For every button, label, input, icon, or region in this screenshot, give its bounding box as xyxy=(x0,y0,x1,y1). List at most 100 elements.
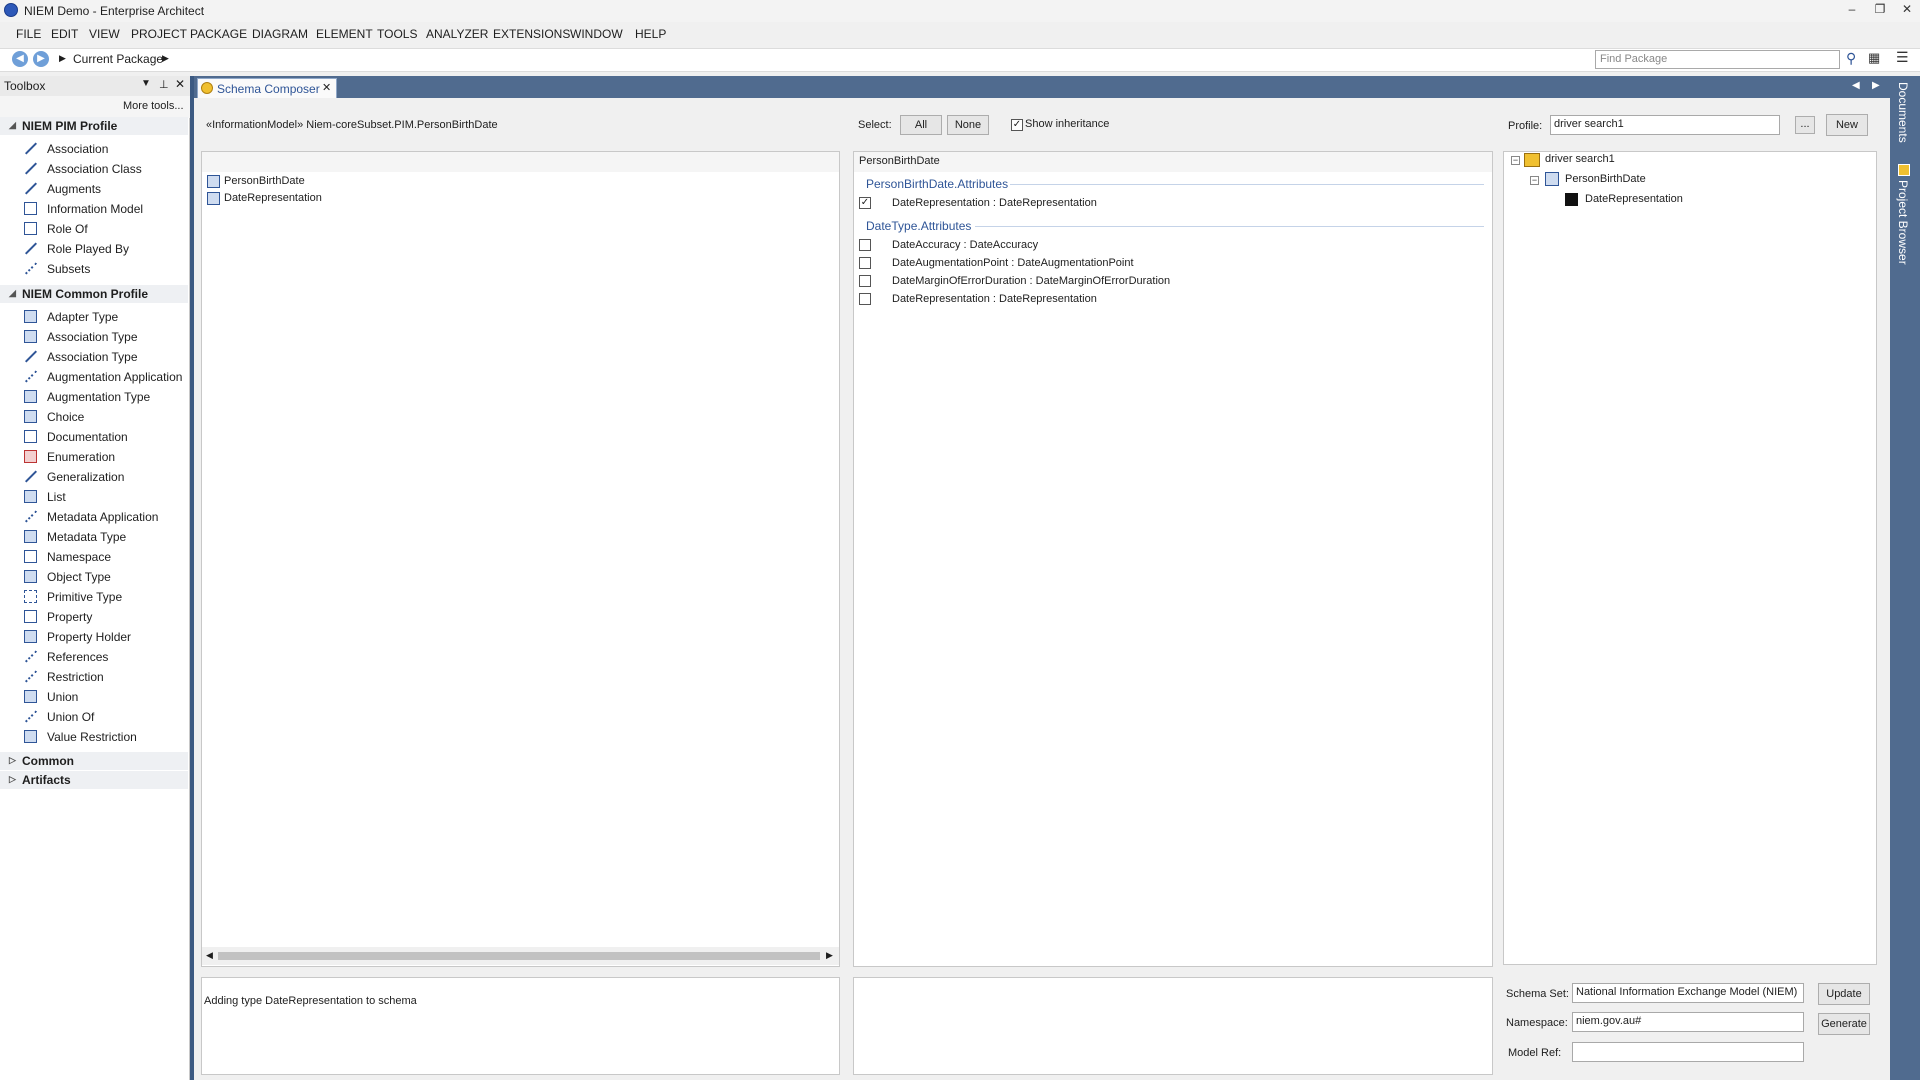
package-icon xyxy=(24,550,37,563)
association-icon xyxy=(24,142,37,155)
collapse-icon[interactable]: − xyxy=(1530,176,1539,185)
breadcrumb-dropdown-icon[interactable]: ▶ xyxy=(162,53,169,64)
attribute-label: DateAccuracy : DateAccuracy xyxy=(892,239,1039,251)
hamburger-menu-icon[interactable]: ☰ xyxy=(1896,49,1909,66)
forward-icon[interactable]: ▶ xyxy=(33,51,49,67)
attribute-checkbox[interactable]: ✓ xyxy=(859,197,871,209)
dependency-icon xyxy=(24,370,37,383)
minimize-icon[interactable]: – xyxy=(1840,2,1864,16)
collapsed-triangle-icon[interactable]: ▷ xyxy=(9,774,16,785)
class-icon xyxy=(24,410,37,423)
class-row[interactable] xyxy=(207,175,220,188)
expand-triangle-icon[interactable]: ◢ xyxy=(9,120,16,131)
toolbox-group-niem-pim-profile[interactable]: ◢ NIEM PIM Profile xyxy=(0,117,188,135)
model-ref-label: Model Ref: xyxy=(1508,1047,1562,1059)
attribute-label: DateMarginOfErrorDuration : DateMarginOf… xyxy=(892,275,1171,287)
toolbox-dropdown-icon[interactable]: ▼ xyxy=(141,78,151,89)
class-icon xyxy=(24,310,37,323)
attributes-header-title: PersonBirthDate xyxy=(859,155,940,167)
generate-button[interactable]: Generate xyxy=(1818,1013,1870,1035)
tab-label: Schema Composer xyxy=(217,82,320,96)
class-icon xyxy=(24,330,37,343)
project-browser-side-tab[interactable]: Project Browser xyxy=(1896,180,1910,265)
class-row-label[interactable]: DateRepresentation xyxy=(224,192,322,204)
menu-analyzer[interactable]: ANALYZER xyxy=(426,27,488,41)
profile-browse-button[interactable]: ... xyxy=(1795,116,1815,134)
tab-close-icon[interactable]: ✕ xyxy=(322,81,331,94)
menu-view[interactable]: VIEW xyxy=(89,27,120,41)
show-inheritance-checkbox[interactable]: ✓ xyxy=(1011,119,1023,131)
toolbox-header: Toolbox ▼ ⊥ ✕ xyxy=(0,76,190,96)
class-icon xyxy=(24,490,37,503)
more-tools-button[interactable]: More tools... xyxy=(123,100,184,112)
attribute-checkbox[interactable] xyxy=(859,257,871,269)
menu-package[interactable]: PACKAGE xyxy=(190,27,247,41)
tree-leaf-label[interactable]: DateRepresentation xyxy=(1585,193,1683,205)
expand-triangle-icon[interactable]: ◢ xyxy=(9,288,16,299)
window-title: NIEM Demo - Enterprise Architect xyxy=(24,4,205,18)
log-panel xyxy=(201,977,840,1075)
schema-set-field[interactable]: National Information Exchange Model (NIE… xyxy=(1572,983,1804,1003)
toolbox-group-artifacts[interactable]: ▷ Artifacts xyxy=(0,771,188,789)
menu-project[interactable]: PROJECT xyxy=(131,27,187,41)
dependency-icon xyxy=(24,670,37,683)
enumeration-icon xyxy=(24,450,37,463)
tab-scroll-right-icon[interactable]: ▶ xyxy=(1872,80,1880,91)
attribute-icon xyxy=(1565,193,1578,206)
tab-scroll-left-icon[interactable]: ◀ xyxy=(1852,80,1860,91)
class-icon xyxy=(24,630,37,643)
close-window-icon[interactable]: ✕ xyxy=(1895,2,1919,16)
pin-icon[interactable]: ⊥ xyxy=(159,78,169,91)
grid-options-icon[interactable]: ▦ xyxy=(1868,50,1880,66)
class-row[interactable] xyxy=(207,192,220,205)
profile-field[interactable]: driver search1 xyxy=(1550,115,1780,135)
model-ref-field[interactable] xyxy=(1572,1042,1804,1062)
dependency-icon xyxy=(24,650,37,663)
toolbox-close-icon[interactable]: ✕ xyxy=(175,77,185,91)
menu-edit[interactable]: EDIT xyxy=(51,27,78,41)
section-divider xyxy=(975,226,1484,227)
class-icon xyxy=(24,690,37,703)
association-class-icon xyxy=(24,162,37,175)
menu-tools[interactable]: TOOLS xyxy=(377,27,417,41)
attribute-checkbox[interactable] xyxy=(859,239,871,251)
menu-element[interactable]: ELEMENT xyxy=(316,27,373,41)
select-none-button[interactable]: None xyxy=(947,115,989,135)
project-browser-icon xyxy=(1898,164,1910,176)
classes-panel xyxy=(201,151,840,967)
toolbox-group-niem-common-profile[interactable]: ◢ NIEM Common Profile xyxy=(0,285,188,303)
collapse-icon[interactable]: − xyxy=(1511,156,1520,165)
tree-root-label[interactable]: driver search1 xyxy=(1545,153,1615,165)
restore-icon[interactable]: ❐ xyxy=(1868,2,1892,16)
find-package-input[interactable]: Find Package xyxy=(1595,50,1840,69)
attribute-label: DateRepresentation : DateRepresentation xyxy=(892,197,1097,209)
tree-child-label[interactable]: PersonBirthDate xyxy=(1565,173,1646,185)
tab-schema-composer[interactable]: Schema Composer ✕ xyxy=(197,78,337,98)
back-icon[interactable]: ◀ xyxy=(12,51,28,67)
menu-file[interactable]: FILE xyxy=(16,27,41,41)
menu-help[interactable]: HELP xyxy=(635,27,666,41)
title-bar: NIEM Demo - Enterprise Architect – ❐ ✕ xyxy=(0,0,1920,22)
collapsed-triangle-icon[interactable]: ▷ xyxy=(9,755,16,766)
attribute-checkbox[interactable] xyxy=(859,293,871,305)
profile-label: Profile: xyxy=(1508,120,1543,132)
schema-composer-icon xyxy=(201,82,213,94)
search-icon[interactable]: ⚲ xyxy=(1846,50,1856,67)
menu-diagram[interactable]: DIAGRAM xyxy=(252,27,308,41)
toolbox-group-common[interactable]: ▷ Common xyxy=(0,752,188,770)
menu-window[interactable]: WINDOW xyxy=(570,27,623,41)
scrollbar-thumb[interactable] xyxy=(218,952,820,960)
select-all-button[interactable]: All xyxy=(900,115,942,135)
update-button[interactable]: Update xyxy=(1818,983,1870,1005)
scroll-left-icon[interactable]: ◀ xyxy=(206,950,213,961)
scroll-right-icon[interactable]: ▶ xyxy=(826,950,833,961)
primitive-icon xyxy=(24,590,37,603)
attribute-checkbox[interactable] xyxy=(859,275,871,287)
new-profile-button[interactable]: New xyxy=(1826,114,1868,136)
documents-side-tab[interactable]: Documents xyxy=(1896,82,1910,143)
class-row-label[interactable]: PersonBirthDate xyxy=(224,175,305,187)
namespace-field[interactable]: niem.gov.au# xyxy=(1572,1012,1804,1032)
breadcrumb-location[interactable]: Current Package xyxy=(73,52,163,66)
menu-extensions[interactable]: EXTENSIONS xyxy=(493,27,570,41)
breadcrumb-arrow-icon[interactable]: ▶ xyxy=(59,53,66,64)
